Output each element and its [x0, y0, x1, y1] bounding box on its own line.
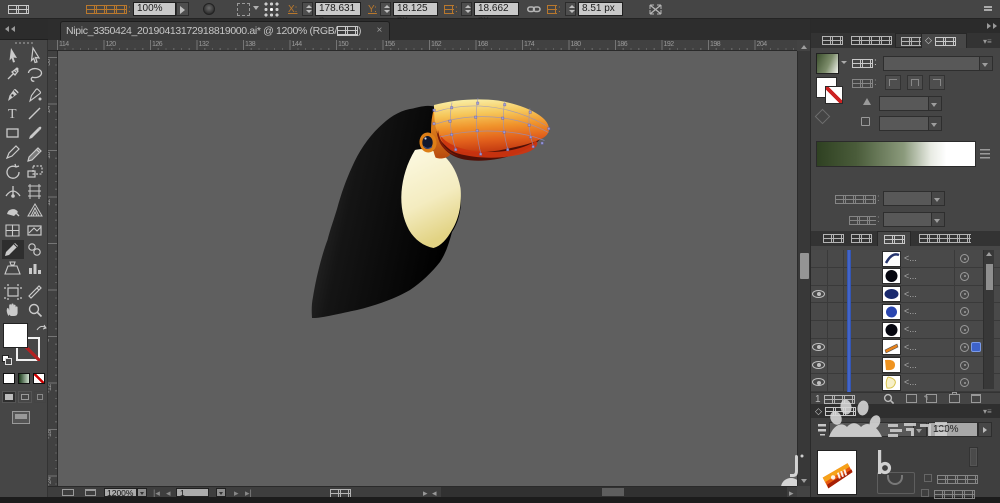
- svg-text:T: T: [8, 107, 17, 122]
